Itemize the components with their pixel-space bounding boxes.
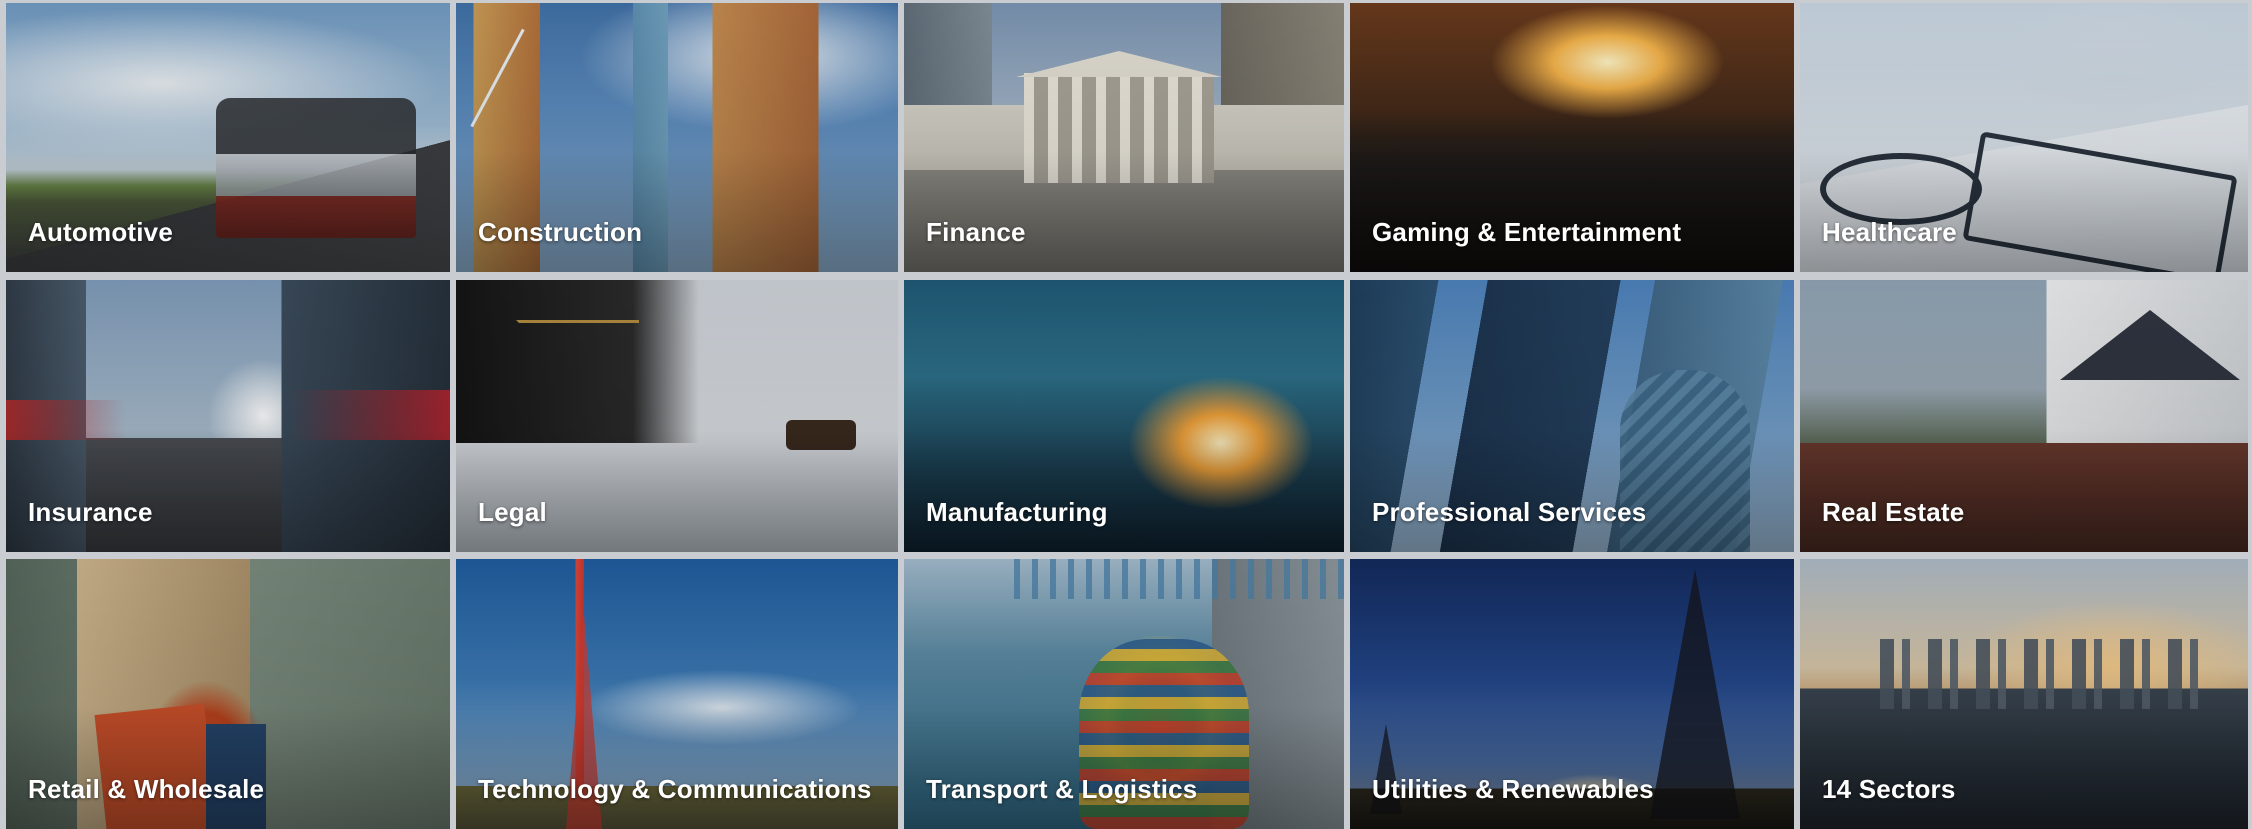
sector-label: Healthcare [1822,217,1957,247]
sector-tile-construction[interactable]: Construction [456,3,898,272]
sector-label: 14 Sectors [1822,774,1956,804]
sector-tile-utilities-renewables[interactable]: Utilities & Renewables [1350,559,1794,829]
sector-tile-gaming-entertainment[interactable]: Gaming & Entertainment [1350,3,1794,272]
sector-label: Retail & Wholesale [28,774,265,804]
sector-tile-real-estate[interactable]: Real Estate [1800,280,2248,552]
sector-tile-automotive[interactable]: Automotive [6,3,450,272]
sector-tile-finance[interactable]: Finance [904,3,1344,272]
sector-tile-insurance[interactable]: Insurance [6,280,450,552]
sector-label: Transport & Logistics [926,774,1198,804]
sector-tile-transport-logistics[interactable]: Transport & Logistics [904,559,1344,829]
sector-tile-manufacturing[interactable]: Manufacturing [904,280,1344,552]
sector-label: Utilities & Renewables [1372,774,1654,804]
sector-label: Automotive [28,217,173,247]
sector-label: Construction [478,217,643,247]
sector-label: Finance [926,217,1026,247]
sector-label: Real Estate [1822,497,1965,527]
sector-label: Gaming & Entertainment [1372,217,1682,247]
sector-tile-technology-communications[interactable]: Technology & Communications [456,559,898,829]
sector-tile-professional-services[interactable]: Professional Services [1350,280,1794,552]
sector-tile-legal[interactable]: Legal [456,280,898,552]
sector-tile-healthcare[interactable]: Healthcare [1800,3,2248,272]
sector-label: Insurance [28,497,153,527]
sector-tile-14-sectors[interactable]: 14 Sectors [1800,559,2248,829]
sector-label: Professional Services [1372,497,1647,527]
sector-tile-retail-wholesale[interactable]: Retail & Wholesale [6,559,450,829]
sector-label: Manufacturing [926,497,1108,527]
sector-label: Technology & Communications [478,774,872,804]
sector-grid: Automotive Construction Finance Gaming &… [0,0,2252,829]
sector-label: Legal [478,497,547,527]
